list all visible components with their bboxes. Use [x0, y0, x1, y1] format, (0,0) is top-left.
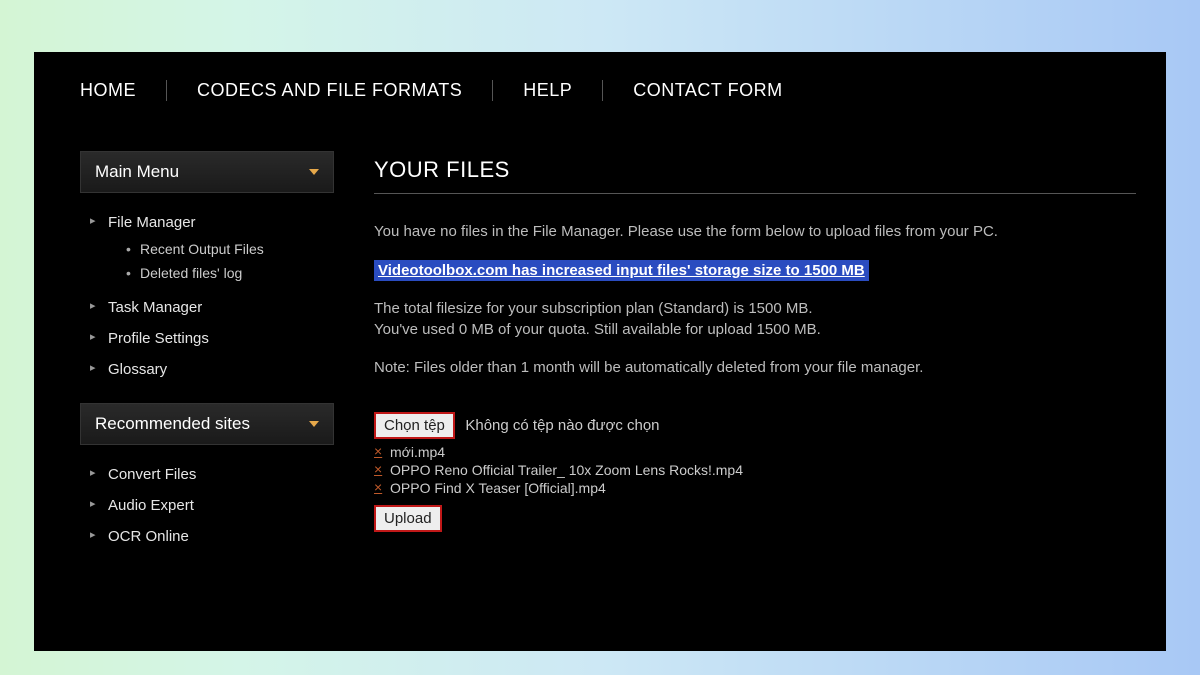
choose-file-button[interactable]: Chọn tệp [374, 412, 455, 439]
quota-info: The total filesize for your subscription… [374, 299, 1136, 340]
main-content: YOUR FILES You have no files in the File… [374, 151, 1136, 570]
recent-file-item[interactable]: OPPO Reno Official Trailer_ 10x Zoom Len… [374, 461, 1136, 479]
rec-audio-expert[interactable]: Audio Expert [86, 490, 328, 521]
chevron-down-icon [309, 421, 319, 427]
menu-profile-settings[interactable]: Profile Settings [86, 323, 328, 354]
recent-files-list: mới.mp4 OPPO Reno Official Trailer_ 10x … [374, 439, 1136, 505]
nav-contact[interactable]: CONTACT FORM [603, 80, 812, 101]
note-text: Note: Files older than 1 month will be a… [374, 358, 1136, 378]
rec-convert-files[interactable]: Convert Files [86, 459, 328, 490]
menu-task-manager[interactable]: Task Manager [86, 292, 328, 323]
quota-line1: The total filesize for your subscription… [374, 300, 813, 317]
submenu-deleted-log[interactable]: Deleted files' log [126, 261, 328, 285]
menu-label: File Manager [108, 214, 196, 231]
no-files-text: You have no files in the File Manager. P… [374, 222, 1136, 242]
nav-home[interactable]: HOME [80, 80, 167, 101]
recent-file-item[interactable]: OPPO Find X Teaser [Official].mp4 [374, 479, 1136, 497]
menu-file-manager[interactable]: File Manager Recent Output Files Deleted… [86, 207, 328, 292]
top-nav: HOME CODECS AND FILE FORMATS HELP CONTAC… [34, 52, 1166, 111]
main-menu-header[interactable]: Main Menu [80, 151, 334, 193]
recommended-header[interactable]: Recommended sites [80, 403, 334, 445]
recommended-title: Recommended sites [95, 414, 250, 434]
storage-announcement[interactable]: Videotoolbox.com has increased input fil… [374, 260, 869, 281]
main-menu-list: File Manager Recent Output Files Deleted… [80, 193, 334, 403]
page-title: YOUR FILES [374, 157, 1136, 194]
recommended-list: Convert Files Audio Expert OCR Online [80, 445, 334, 570]
main-menu-title: Main Menu [95, 162, 179, 182]
file-chosen-status: Không có tệp nào được chọn [465, 417, 659, 434]
upload-button[interactable]: Upload [374, 505, 442, 532]
sidebar: Main Menu File Manager Recent Output Fil… [80, 151, 334, 570]
quota-line2: You've used 0 MB of your quota. Still av… [374, 321, 821, 338]
file-manager-submenu: Recent Output Files Deleted files' log [108, 231, 328, 285]
nav-help[interactable]: HELP [493, 80, 603, 101]
menu-glossary[interactable]: Glossary [86, 354, 328, 385]
upload-form: Chọn tệp Không có tệp nào được chọn mới.… [374, 412, 1136, 532]
submenu-recent-output[interactable]: Recent Output Files [126, 237, 328, 261]
rec-ocr-online[interactable]: OCR Online [86, 521, 328, 552]
recent-file-item[interactable]: mới.mp4 [374, 443, 1136, 461]
chevron-down-icon [309, 169, 319, 175]
app-window: HOME CODECS AND FILE FORMATS HELP CONTAC… [34, 52, 1166, 651]
nav-codecs[interactable]: CODECS AND FILE FORMATS [167, 80, 493, 101]
